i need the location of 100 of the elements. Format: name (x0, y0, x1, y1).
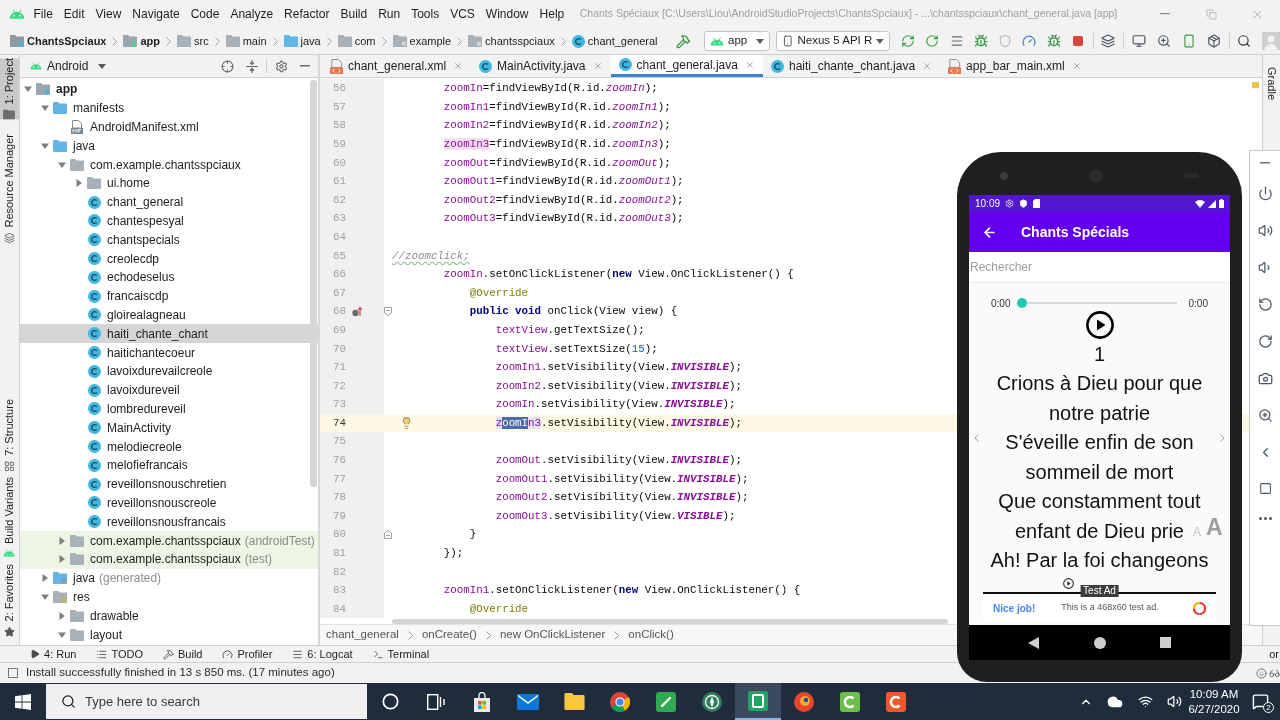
rotate-right-icon[interactable] (1257, 333, 1273, 349)
breadcrumb-item[interactable]: chant_general (571, 32, 658, 50)
tree-item[interactable]: manifests (39, 98, 125, 118)
breadcrumb-item[interactable]: onCreate() (421, 626, 477, 644)
tool-window-tab[interactable]: 6: Logcat (292, 645, 353, 663)
collapsed-arrow-icon[interactable] (58, 611, 66, 620)
breadcrumb-item[interactable]: new OnClickListener (499, 626, 606, 644)
tree-item[interactable]: melofiefrancais (87, 455, 188, 475)
glasses-icon[interactable] (1269, 667, 1280, 679)
menu-item[interactable]: Window (480, 3, 535, 25)
tool-window-tab[interactable]: Build Variants (0, 477, 19, 558)
expanded-arrow-icon[interactable] (41, 104, 49, 113)
taskbar-clock[interactable]: 10:09 AM 6/27/2020 (1188, 683, 1240, 720)
home-circle-icon[interactable] (1093, 636, 1106, 649)
search-field[interactable]: Rechercher (969, 252, 1230, 282)
taskbar-search-field[interactable]: Type here to search (46, 684, 367, 719)
tree-item[interactable]: reveillonsnousfrancais (87, 512, 226, 532)
tool-window-tab[interactable]: 1: Project (0, 58, 19, 120)
power-icon[interactable] (1257, 185, 1273, 201)
menu-item[interactable]: Tools (405, 3, 445, 25)
collapsed-arrow-icon[interactable] (58, 536, 66, 545)
volume-up-icon[interactable] (1257, 222, 1273, 238)
close-icon[interactable] (922, 61, 933, 71)
tree-item[interactable]: com.example.chantsspciaux (androidTest) (20, 531, 318, 550)
seek-thumb[interactable] (1017, 298, 1028, 308)
more-icon[interactable] (1258, 516, 1272, 520)
collapsed-arrow-icon[interactable] (41, 574, 49, 583)
rotate-left-icon[interactable] (1257, 296, 1273, 312)
menu-item[interactable]: VCS (444, 3, 481, 25)
lightbulb-icon[interactable] (400, 415, 413, 430)
scrollbar-thumb[interactable] (310, 80, 317, 487)
tree-item[interactable]: res (39, 587, 90, 607)
tool-window-tab[interactable]: Terminal (372, 645, 430, 663)
tree-item[interactable]: creolecdp (87, 249, 160, 268)
menu-item[interactable]: Refactor (278, 3, 335, 25)
tree-item[interactable]: java (39, 136, 95, 156)
tree-item[interactable]: app (22, 80, 78, 99)
breadcrumb-item[interactable]: java (283, 32, 321, 50)
tree-item[interactable]: chantspecials (87, 230, 180, 250)
fold-marker-icon[interactable] (384, 306, 392, 316)
tree-item[interactable]: gloirealagneau (87, 305, 186, 325)
tree-item[interactable]: lavoixdurevailcreole (87, 361, 213, 381)
minimize-icon[interactable] (1260, 162, 1270, 164)
menu-item[interactable]: Help (534, 3, 570, 25)
tree-item[interactable]: com.example.chantsspciaux (56, 155, 241, 174)
menu-item[interactable]: Edit (58, 3, 91, 25)
tool-window-tab[interactable]: or (1269, 645, 1280, 663)
camera-icon[interactable] (1257, 370, 1273, 386)
tree-item[interactable]: haiti_chante_chant (20, 324, 318, 344)
breadcrumb-item[interactable]: main (225, 32, 267, 50)
play-button[interactable] (1085, 311, 1114, 339)
device-dropdown[interactable]: Nexus 5 API R (776, 31, 890, 51)
breadcrumb-item[interactable]: example (392, 32, 452, 50)
tree-item[interactable]: layout (56, 625, 123, 644)
tree-item[interactable]: MainActivity (87, 418, 171, 438)
tool-window-tab[interactable]: 4: Run (30, 645, 77, 663)
zoom-in-icon[interactable] (1257, 407, 1273, 423)
expanded-arrow-icon[interactable] (58, 630, 66, 639)
tree-item[interactable]: chant_general (87, 192, 184, 212)
fold-marker-icon[interactable] (384, 530, 392, 540)
editor-tab[interactable]: MainActivity.java (471, 55, 611, 77)
tool-window-tab[interactable]: Build (163, 645, 203, 663)
menu-item[interactable]: Navigate (126, 3, 186, 25)
expanded-arrow-icon[interactable] (58, 160, 66, 169)
close-icon[interactable] (1071, 61, 1082, 71)
tree-item[interactable]: java (generated) (39, 568, 162, 588)
notification-button[interactable]: 2 (1240, 683, 1280, 720)
tree-item[interactable]: francaiscdp (87, 286, 169, 306)
editor-tab[interactable]: app_bar_main.xml (940, 55, 1090, 77)
tool-window-tab[interactable]: Profiler (222, 645, 273, 663)
breadcrumb-item[interactable]: src (177, 32, 209, 50)
tree-item[interactable]: chantespesyal (87, 211, 184, 231)
menu-item[interactable]: File (28, 3, 59, 25)
collapsed-arrow-icon[interactable] (75, 179, 83, 188)
menu-item[interactable]: Analyze (224, 3, 279, 25)
breadcrumb-item[interactable]: onClick() (628, 626, 674, 644)
tree-item[interactable]: haitichantecoeur (87, 343, 196, 362)
collapsed-arrow-icon[interactable] (58, 555, 66, 564)
tool-window-tab[interactable]: TODO (96, 645, 143, 663)
tree-item[interactable]: drawable (56, 606, 139, 626)
breadcrumb-item[interactable]: ChantsSpciaux (10, 32, 107, 50)
expanded-arrow-icon[interactable] (41, 592, 49, 601)
editor-tab[interactable]: chant_general.java (610, 55, 763, 77)
breadcrumb-item[interactable]: chant_general (326, 626, 399, 644)
tree-item[interactable]: ui.home (73, 174, 150, 193)
breadcrumb-item[interactable]: com (337, 32, 376, 50)
close-icon[interactable] (744, 59, 755, 70)
editor-tab[interactable]: chant_general.xml (322, 55, 472, 77)
menu-item[interactable]: Run (372, 3, 406, 25)
square-icon[interactable] (1258, 481, 1272, 495)
expanded-arrow-icon[interactable] (41, 141, 49, 150)
menu-item[interactable]: Build (334, 3, 373, 25)
breadcrumb-item[interactable]: chantsspciaux (468, 32, 555, 50)
menu-item[interactable]: View (90, 3, 127, 25)
smiley-icon[interactable] (1256, 667, 1267, 679)
tree-item[interactable]: lavoixdureveil (87, 380, 180, 400)
menu-item[interactable]: Code (185, 3, 225, 25)
back-triangle-icon[interactable] (1028, 636, 1039, 649)
tree-item[interactable]: lombredureveil (87, 399, 186, 419)
tool-window-tab[interactable]: Gradle (1260, 67, 1280, 101)
